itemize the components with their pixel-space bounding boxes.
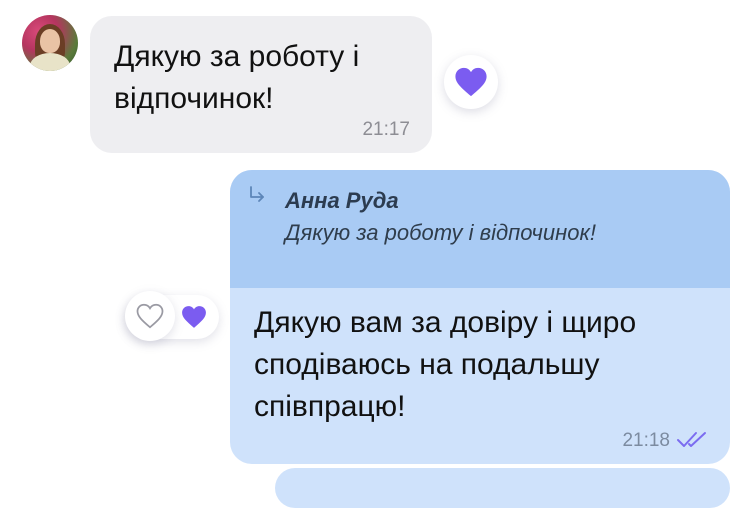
outgoing-message-text: Дякую вам за довіру і щиро сподіваюсь на… xyxy=(254,306,637,423)
reply-arrow-icon xyxy=(250,186,264,202)
heart-outline-icon xyxy=(136,303,164,329)
outgoing-message-bubble[interactable]: Анна Руда Дякую за роботу і відпочинок! … xyxy=(230,170,730,464)
quoted-message[interactable]: Анна Руда Дякую за роботу і відпочинок! xyxy=(230,170,730,288)
outgoing-reactions[interactable] xyxy=(125,291,219,341)
incoming-message-time: 21:17 xyxy=(362,119,410,140)
heart-icon xyxy=(182,306,206,328)
quoted-author: Анна Руда xyxy=(285,188,399,213)
sender-avatar[interactable] xyxy=(22,15,78,71)
next-outgoing-message-bubble[interactable] xyxy=(275,468,730,508)
double-check-icon xyxy=(677,432,706,447)
incoming-message-text: Дякую за роботу і відпочинок! xyxy=(114,40,360,115)
quoted-text: Дякую за роботу і відпочинок! xyxy=(285,220,596,245)
outgoing-message-time: 21:18 xyxy=(622,430,670,451)
incoming-message-bubble[interactable]: Дякую за роботу і відпочинок! 21:17 xyxy=(90,16,432,153)
add-reaction-button[interactable] xyxy=(125,291,175,341)
heart-icon xyxy=(455,67,487,97)
incoming-reaction-heart-button[interactable] xyxy=(444,55,498,109)
